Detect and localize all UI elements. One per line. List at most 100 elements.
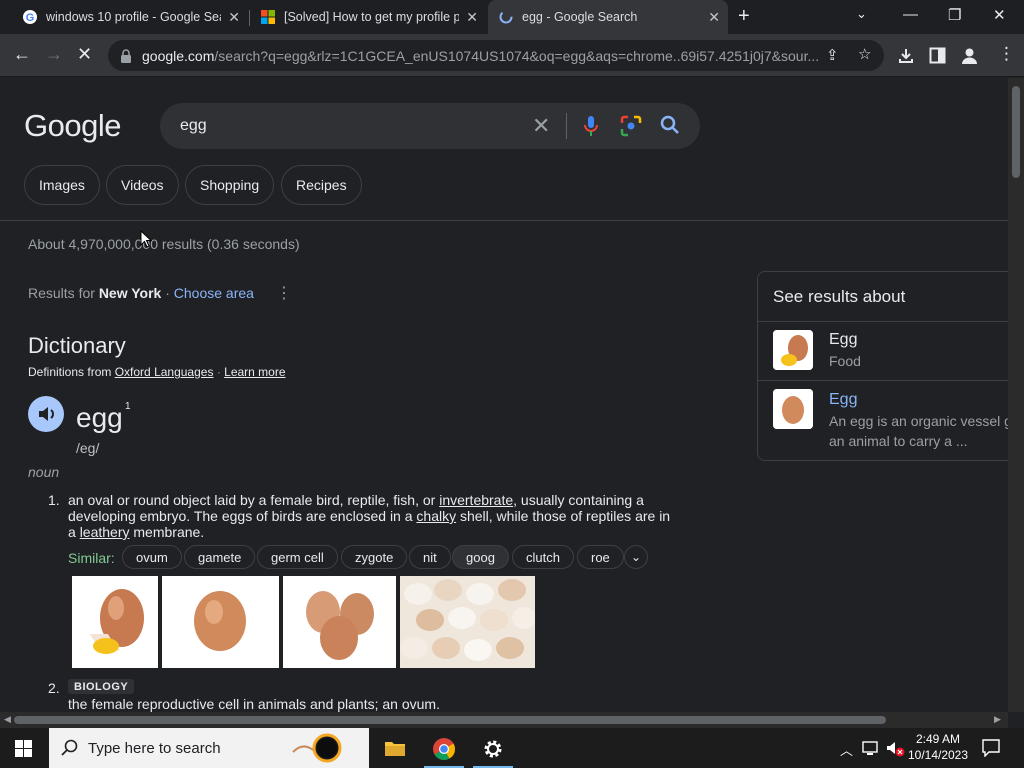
clock-date: 10/14/2023	[907, 748, 969, 762]
minimize-icon[interactable]: —	[903, 6, 918, 23]
speaker-icon	[39, 407, 54, 421]
download-icon[interactable]	[897, 47, 915, 65]
leathery-link[interactable]: leathery	[80, 524, 130, 540]
chalky-link[interactable]: chalky	[416, 508, 456, 524]
invertebrate-link[interactable]: invertebrate	[439, 492, 513, 508]
biology-tag: BIOLOGY	[68, 679, 135, 694]
similar-chip-zygote[interactable]: zygote	[341, 545, 408, 569]
bookmark-star-icon[interactable]: ☆	[858, 45, 871, 63]
scroll-left-icon[interactable]: ◀	[4, 714, 11, 725]
search-icon[interactable]	[660, 115, 680, 135]
location-line: Results for New York · Choose area	[28, 285, 254, 301]
similar-chip-ovum[interactable]: ovum	[122, 545, 182, 569]
tab-title: [Solved] How to get my profile p	[284, 10, 459, 24]
taskbar-search-icon	[61, 739, 78, 756]
search-box[interactable]: egg ✕	[160, 103, 700, 149]
panel-divider	[758, 380, 1008, 381]
tab-egg-search[interactable]: egg - Google Search ✕	[488, 0, 728, 34]
windows-start-icon[interactable]	[15, 740, 32, 757]
results-for-label: Results for	[28, 285, 95, 301]
similar-chip-goog[interactable]: goog	[452, 545, 509, 569]
clear-search-icon[interactable]: ✕	[532, 113, 550, 139]
microsoft-favicon-icon	[261, 10, 275, 24]
similar-chip-nit[interactable]: nit	[409, 545, 451, 569]
stop-loading-icon[interactable]: ✕	[77, 44, 92, 65]
similar-chip-roe[interactable]: roe	[577, 545, 624, 569]
taskbar-file-explorer[interactable]	[371, 728, 419, 768]
volume-muted-icon[interactable]	[886, 740, 906, 758]
forward-icon[interactable]: →	[45, 44, 63, 65]
horizontal-scrollbar[interactable]: ◀ ▶	[0, 712, 1008, 728]
egg-image-single[interactable]	[162, 576, 279, 668]
egg-image-three[interactable]	[283, 576, 396, 668]
vertical-scroll-thumb[interactable]	[1012, 86, 1020, 178]
search-highlight-eclipse-icon[interactable]	[289, 732, 365, 764]
definition-line: developing embryo. The eggs of birds are…	[68, 508, 678, 524]
taskbar-chrome[interactable]	[420, 728, 468, 768]
network-icon[interactable]	[862, 741, 880, 756]
egg-image-cracked[interactable]	[72, 576, 158, 668]
close-tab-icon[interactable]: ✕	[466, 9, 478, 26]
microphone-icon[interactable]	[582, 115, 600, 137]
tab-solved-profile[interactable]: [Solved] How to get my profile p ✕	[250, 0, 486, 34]
definition-line: a leathery membrane.	[68, 524, 678, 540]
back-icon[interactable]: ←	[13, 44, 31, 65]
browser-toolbar: ← → ✕ google.com/search?q=egg&rlz=1C1GCE…	[0, 34, 1024, 77]
learn-more-link[interactable]: Learn more	[224, 365, 285, 379]
address-bar[interactable]: google.com/search?q=egg&rlz=1C1GCEA_enUS…	[108, 40, 884, 71]
part-of-speech: noun	[28, 464, 60, 480]
share-icon[interactable]: ⇪	[826, 46, 839, 64]
panel-item-name: Egg	[829, 391, 858, 408]
menu-icon[interactable]: ⋮	[998, 44, 1015, 64]
google-logo[interactable]: Google	[24, 108, 121, 144]
similar-chip-gamete[interactable]: gamete	[184, 545, 256, 569]
tab-images[interactable]: Images	[24, 165, 100, 205]
system-clock[interactable]: 2:49 AM 10/14/2023	[906, 731, 970, 763]
choose-area-link[interactable]: Choose area	[174, 285, 254, 301]
oxford-languages-link[interactable]: Oxford Languages	[115, 365, 214, 379]
tab-search-chevron-icon[interactable]: ⌄	[856, 6, 867, 22]
settings-gear-icon	[484, 740, 502, 758]
vertical-scrollbar[interactable]	[1008, 78, 1024, 712]
separator: ·	[165, 285, 170, 301]
headword: egg	[76, 402, 123, 433]
location-name: New York	[98, 285, 162, 301]
more-options-icon[interactable]: ⋮	[276, 283, 292, 303]
tab-recipes[interactable]: Recipes	[281, 165, 362, 205]
show-hidden-icons-chevron-icon[interactable]: ︿	[840, 740, 853, 759]
restore-icon[interactable]: ❐	[948, 6, 961, 24]
horizontal-scroll-thumb[interactable]	[14, 716, 886, 724]
action-center-icon[interactable]	[982, 739, 1000, 757]
taskbar-search-box[interactable]: Type here to search	[49, 728, 369, 768]
new-tab-icon[interactable]: +	[738, 5, 750, 28]
definition-number: 1.	[48, 492, 60, 508]
tab-windows-profile[interactable]: G windows 10 profile - Google Search ✕	[12, 0, 248, 34]
similar-chip-germ-cell[interactable]: germ cell	[257, 545, 338, 569]
close-window-icon[interactable]: ✕	[993, 6, 1006, 24]
close-tab-icon[interactable]: ✕	[708, 9, 720, 26]
loading-favicon-icon	[499, 10, 513, 24]
result-stats: About 4,970,000,000 results (0.36 second…	[28, 236, 300, 252]
tab-videos[interactable]: Videos	[106, 165, 179, 205]
definitions-source: Definitions from Oxford Languages · Lear…	[28, 365, 286, 379]
close-tab-icon[interactable]: ✕	[228, 9, 240, 26]
similar-label: Similar:	[68, 550, 115, 566]
url-text[interactable]: google.com/search?q=egg&rlz=1C1GCEA_enUS…	[142, 48, 822, 64]
panel-divider	[758, 321, 1008, 322]
lock-icon[interactable]	[120, 49, 132, 63]
pronunciation: /eg/	[76, 440, 100, 456]
similar-chip-clutch[interactable]: clutch	[512, 545, 574, 569]
egg-image-pile[interactable]	[400, 576, 535, 668]
lens-camera-icon[interactable]	[620, 115, 642, 137]
taskbar-settings[interactable]	[469, 728, 517, 768]
panel-item-subtitle: An egg is an organic vessel g	[829, 413, 1008, 429]
header-divider	[0, 220, 1008, 221]
side-panel-icon[interactable]	[929, 47, 946, 64]
scroll-right-icon[interactable]: ▶	[994, 714, 1001, 725]
tab-shopping[interactable]: Shopping	[185, 165, 275, 205]
search-input[interactable]: egg	[180, 117, 207, 135]
mouse-cursor-icon	[140, 230, 152, 248]
profile-icon[interactable]	[960, 46, 979, 65]
pronounce-speaker-button[interactable]	[28, 396, 64, 432]
expand-similar-chevron-icon[interactable]: ⌄	[624, 545, 648, 569]
